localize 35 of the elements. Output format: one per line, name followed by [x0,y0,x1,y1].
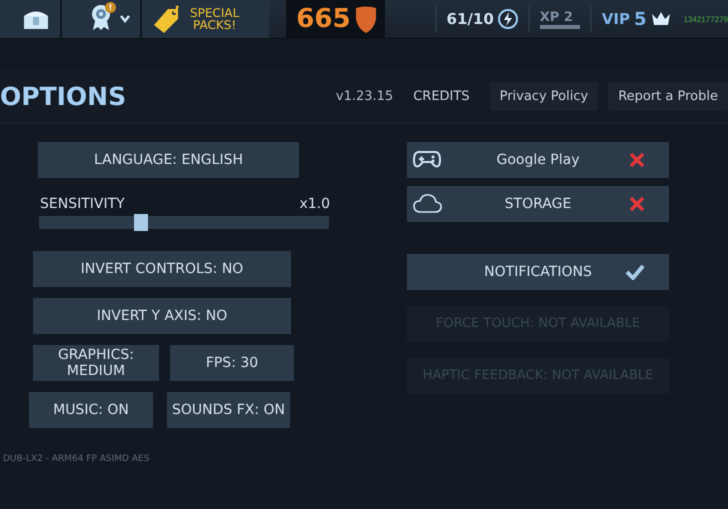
header-link[interactable]: Report a Proble [608,82,728,110]
header-link[interactable]: Privacy Policy [490,82,598,110]
energy-count: 61/10 [446,10,494,28]
device-info: DUB-LX2 - ARM64 FP ASIMD AES [3,454,150,464]
xp-bar [540,24,580,28]
vip-level: 5 [634,8,646,30]
trophy-count: 665 [296,4,351,34]
sensitivity-value: x1.0 [299,196,330,212]
account-button[interactable]: Google Play [407,142,669,178]
gamepad-icon [413,148,443,170]
option-button[interactable]: GRAPHICS: MEDIUM [33,345,159,381]
option-button[interactable]: FPS: 30 [170,345,294,381]
special-packs-button[interactable]: SPECIAL PACKS! [142,0,270,38]
option-button[interactable]: INVERT CONTROLS: NO [33,251,291,287]
vip-label: VIP [602,10,630,28]
alert-badge: ! [105,2,116,13]
caret-icon[interactable] [120,15,130,23]
cloud-icon [413,192,443,214]
shield-icon [354,5,377,33]
lightning-icon [498,9,518,29]
sensitivity-slider[interactable] [39,216,329,229]
sensitivity-label: SENSITIVITY [40,196,125,212]
version-label: v1.23.15 [336,88,394,104]
xp-label: XP 2 [540,10,574,24]
player-id: 1342177279 [682,14,728,24]
crown-icon [650,11,670,27]
option-button[interactable]: MUSIC: ON [29,392,153,428]
account-button[interactable]: STORAGE [407,186,669,222]
header-link[interactable]: CREDITS [403,82,480,110]
toggle-button[interactable]: NOTIFICATIONS [407,254,669,290]
language-button[interactable]: LANGUAGE: ENGLISH [38,142,299,178]
option-button[interactable]: SOUNDS FX: ON [167,392,290,428]
option-button[interactable]: INVERT Y AXIS: NO [33,298,291,334]
page-title: OPTIONS [0,82,126,110]
medal-icon[interactable] [90,4,112,30]
